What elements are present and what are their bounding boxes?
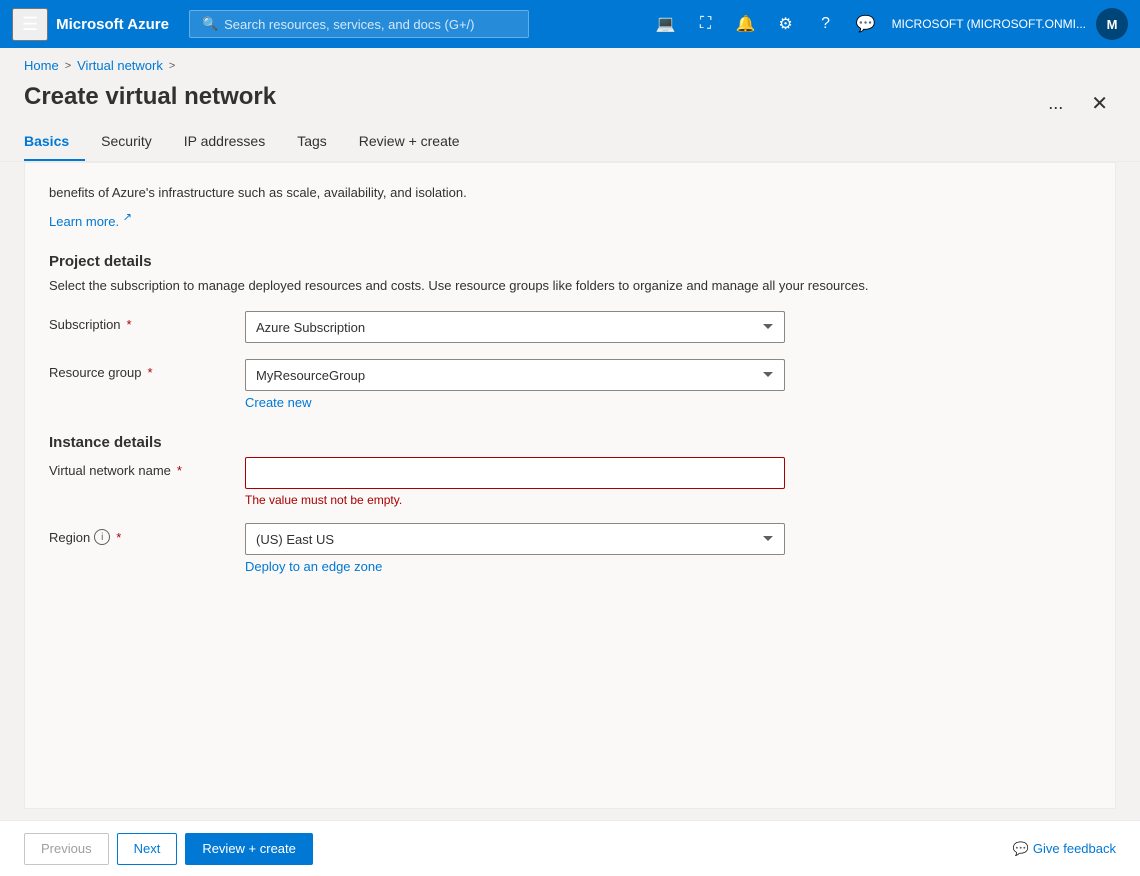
region-required: * [116,530,121,545]
subscription-select[interactable]: Azure Subscription [245,311,785,343]
page-header: Create virtual network ... ✕ [0,83,1140,123]
tab-basics[interactable]: Basics [24,123,85,161]
topnav-icons: 💻 ⛶ 🔔 ⚙ ? 💬 MICROSOFT (MICROSOFT.ONMI...… [648,6,1128,42]
vnet-name-input[interactable] [245,457,785,489]
subscription-control: Azure Subscription [245,311,785,343]
portal-menu-icon[interactable]: ⛶ [688,6,724,42]
content-area: benefits of Azure's infrastructure such … [24,162,1116,809]
external-link-icon: ↗ [123,212,132,224]
vnet-name-label: Virtual network name * [49,457,229,478]
resource-group-control: MyResourceGroup Create new [245,359,785,410]
intro-text: benefits of Azure's infrastructure such … [49,183,1091,203]
project-details-desc: Select the subscription to manage deploy… [49,276,1091,296]
region-label: Region i * [49,523,229,545]
page-header-actions: ... ✕ [1040,87,1116,120]
create-new-link[interactable]: Create new [245,395,785,410]
cloud-shell-icon[interactable]: 💻 [648,6,684,42]
instance-details-title: Instance details [49,434,1091,451]
search-bar[interactable]: 🔍 [189,10,529,38]
learn-more-text: Learn more. [49,214,119,229]
feedback-chat-icon: 💬 [1013,841,1029,857]
tab-ip-addresses[interactable]: IP addresses [168,123,281,161]
tab-review-create[interactable]: Review + create [343,123,476,161]
vnet-name-error: The value must not be empty. [245,493,785,507]
vnet-name-required: * [177,463,182,478]
instance-details-section: Instance details Virtual network name * … [49,434,1091,574]
region-row: Region i * (US) East US(US) West US(EU) … [49,523,1091,574]
close-button[interactable]: ✕ [1083,87,1116,120]
tabs-bar: Basics Security IP addresses Tags Review… [0,123,1140,162]
previous-button[interactable]: Previous [24,833,109,865]
hamburger-button[interactable]: ☰ [12,8,48,41]
settings-icon[interactable]: ⚙ [768,6,804,42]
review-create-button[interactable]: Review + create [185,833,313,865]
brand-logo: Microsoft Azure [56,16,169,33]
project-details-title: Project details [49,253,1091,270]
topnav: ☰ Microsoft Azure 🔍 💻 ⛶ 🔔 ⚙ ? 💬 MICROSOF… [0,0,1140,48]
tab-tags[interactable]: Tags [281,123,343,161]
region-control: (US) East US(US) West US(EU) West Europe… [245,523,785,574]
page-title: Create virtual network [24,83,276,123]
breadcrumb-home[interactable]: Home [24,58,59,73]
breadcrumb-sep-1: > [65,60,71,72]
avatar[interactable]: M [1096,8,1128,40]
give-feedback-text: Give feedback [1033,841,1116,856]
region-info-icon: i [94,529,110,545]
resource-group-select[interactable]: MyResourceGroup [245,359,785,391]
footer-right: 💬 Give feedback [1013,841,1116,857]
search-icon: 🔍 [202,16,218,32]
ellipsis-button[interactable]: ... [1040,89,1071,118]
project-details-section: Project details Select the subscription … [49,253,1091,411]
breadcrumb: Home > Virtual network > [0,48,1140,83]
subscription-required: * [127,317,132,332]
give-feedback-link[interactable]: 💬 Give feedback [1013,841,1116,857]
edge-zone-link[interactable]: Deploy to an edge zone [245,559,785,574]
vnet-name-row: Virtual network name * The value must no… [49,457,1091,507]
learn-more-link[interactable]: Learn more. ↗ [49,214,132,229]
tab-security[interactable]: Security [85,123,168,161]
subscription-label: Subscription * [49,311,229,332]
footer: Previous Next Review + create 💬 Give fee… [0,820,1140,876]
resource-group-required: * [148,365,153,380]
search-input[interactable] [224,17,516,32]
resource-group-row: Resource group * MyResourceGroup Create … [49,359,1091,410]
resource-group-label: Resource group * [49,359,229,380]
subscription-row: Subscription * Azure Subscription [49,311,1091,343]
breadcrumb-sep-2: > [169,60,175,72]
account-name: MICROSOFT (MICROSOFT.ONMI... [892,17,1086,31]
vnet-name-control: The value must not be empty. [245,457,785,507]
breadcrumb-virtual-network[interactable]: Virtual network [77,58,163,73]
next-button[interactable]: Next [117,833,178,865]
help-icon[interactable]: ? [808,6,844,42]
region-select[interactable]: (US) East US(US) West US(EU) West Europe [245,523,785,555]
feedback-icon[interactable]: 💬 [848,6,884,42]
notifications-icon[interactable]: 🔔 [728,6,764,42]
